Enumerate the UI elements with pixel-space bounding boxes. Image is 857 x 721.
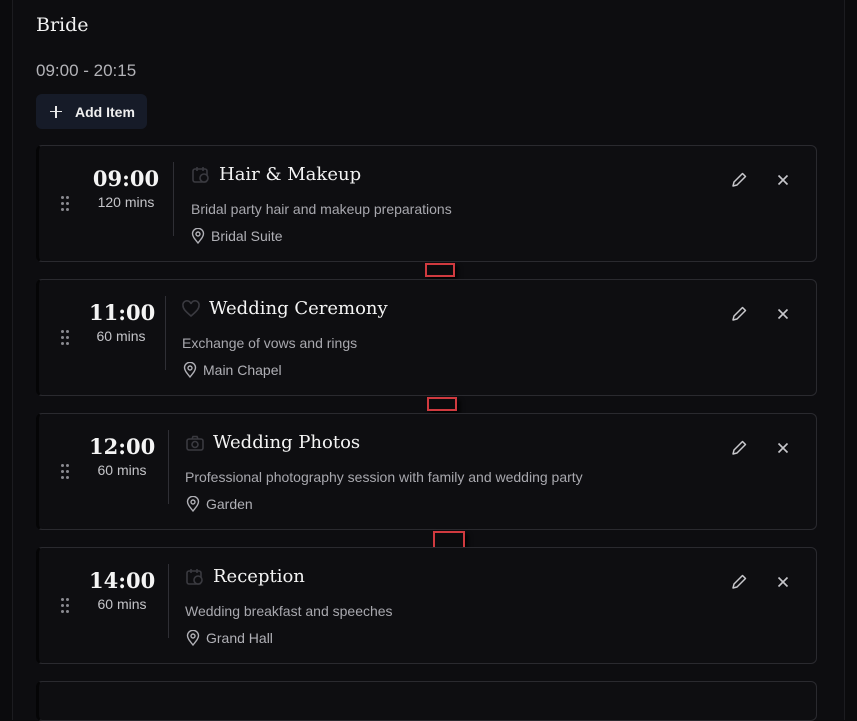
edit-icon[interactable]: [729, 170, 749, 190]
camera-icon: [186, 435, 204, 451]
close-icon[interactable]: [773, 572, 793, 592]
item-location: Bridal Suite: [191, 228, 283, 244]
timeline-item[interactable]: 14:00 60 mins Reception Wedding breakfas…: [36, 547, 817, 664]
item-name: Wedding Ceremony: [209, 298, 388, 319]
timeline-item[interactable]: 09:00 120 mins Hair & Makeup Bridal part…: [36, 145, 817, 262]
timeline-item[interactable]: [36, 681, 817, 721]
divider: [168, 564, 169, 638]
item-description: Professional photography session with fa…: [185, 469, 583, 485]
calendar-clock-icon: [192, 166, 209, 183]
item-time: 12:00: [89, 434, 156, 459]
edit-icon[interactable]: [729, 572, 749, 592]
timeline-item[interactable]: 11:00 60 mins Wedding Ceremony Exchange …: [36, 279, 817, 396]
drag-handle-icon[interactable]: [61, 598, 71, 614]
edit-icon[interactable]: [729, 438, 749, 458]
item-location-text: Bridal Suite: [211, 228, 283, 244]
item-description: Wedding breakfast and speeches: [185, 603, 393, 619]
item-description: Exchange of vows and rings: [182, 335, 358, 351]
item-time: 09:00: [92, 166, 160, 191]
divider: [173, 162, 174, 236]
item-location-text: Garden: [206, 496, 253, 512]
item-location-text: Grand Hall: [206, 630, 273, 646]
map-pin-icon: [191, 228, 205, 244]
item-duration: 60 mins: [97, 462, 147, 478]
item-description: Bridal party hair and makeup preparation…: [191, 201, 452, 217]
divider: [168, 430, 169, 504]
close-icon[interactable]: [773, 438, 793, 458]
plus-icon: [49, 105, 63, 119]
add-item-label: Add Item: [75, 103, 135, 120]
item-name: Hair & Makeup: [219, 164, 362, 185]
item-location-text: Main Chapel: [203, 362, 282, 378]
drag-handle-icon[interactable]: [61, 464, 71, 480]
time-block: 09:00 120 mins: [91, 166, 161, 210]
item-time: 14:00: [89, 568, 156, 593]
edit-icon[interactable]: [729, 304, 749, 324]
drag-handle-icon[interactable]: [61, 330, 71, 346]
item-duration: 60 mins: [97, 596, 147, 612]
item-name: Reception: [213, 566, 305, 587]
time-range: 09:00 - 20:15: [36, 61, 137, 80]
heart-icon: [182, 299, 200, 317]
drag-handle-icon[interactable]: [61, 196, 71, 212]
item-location: Garden: [186, 496, 253, 512]
close-icon[interactable]: [773, 170, 793, 190]
page-title: Bride: [36, 14, 89, 36]
item-duration: 60 mins: [96, 328, 146, 344]
connector-marker: [427, 397, 457, 411]
connector-marker: [425, 263, 455, 277]
item-duration: 120 mins: [97, 194, 155, 210]
time-block: 12:00 60 mins: [89, 434, 155, 478]
map-pin-icon: [186, 630, 200, 646]
close-icon[interactable]: [773, 304, 793, 324]
divider: [165, 296, 166, 370]
item-name: Wedding Photos: [213, 432, 361, 453]
item-time: 11:00: [89, 300, 156, 325]
time-block: 11:00 60 mins: [89, 300, 156, 344]
time-block: 14:00 60 mins: [89, 568, 155, 612]
map-pin-icon: [186, 496, 200, 512]
item-location: Grand Hall: [186, 630, 273, 646]
map-pin-icon: [183, 362, 197, 378]
calendar-clock-icon: [186, 568, 203, 585]
timeline-item[interactable]: 12:00 60 mins Wedding Photos Professiona…: [36, 413, 817, 530]
item-location: Main Chapel: [183, 362, 282, 378]
add-item-button[interactable]: Add Item: [36, 94, 147, 129]
